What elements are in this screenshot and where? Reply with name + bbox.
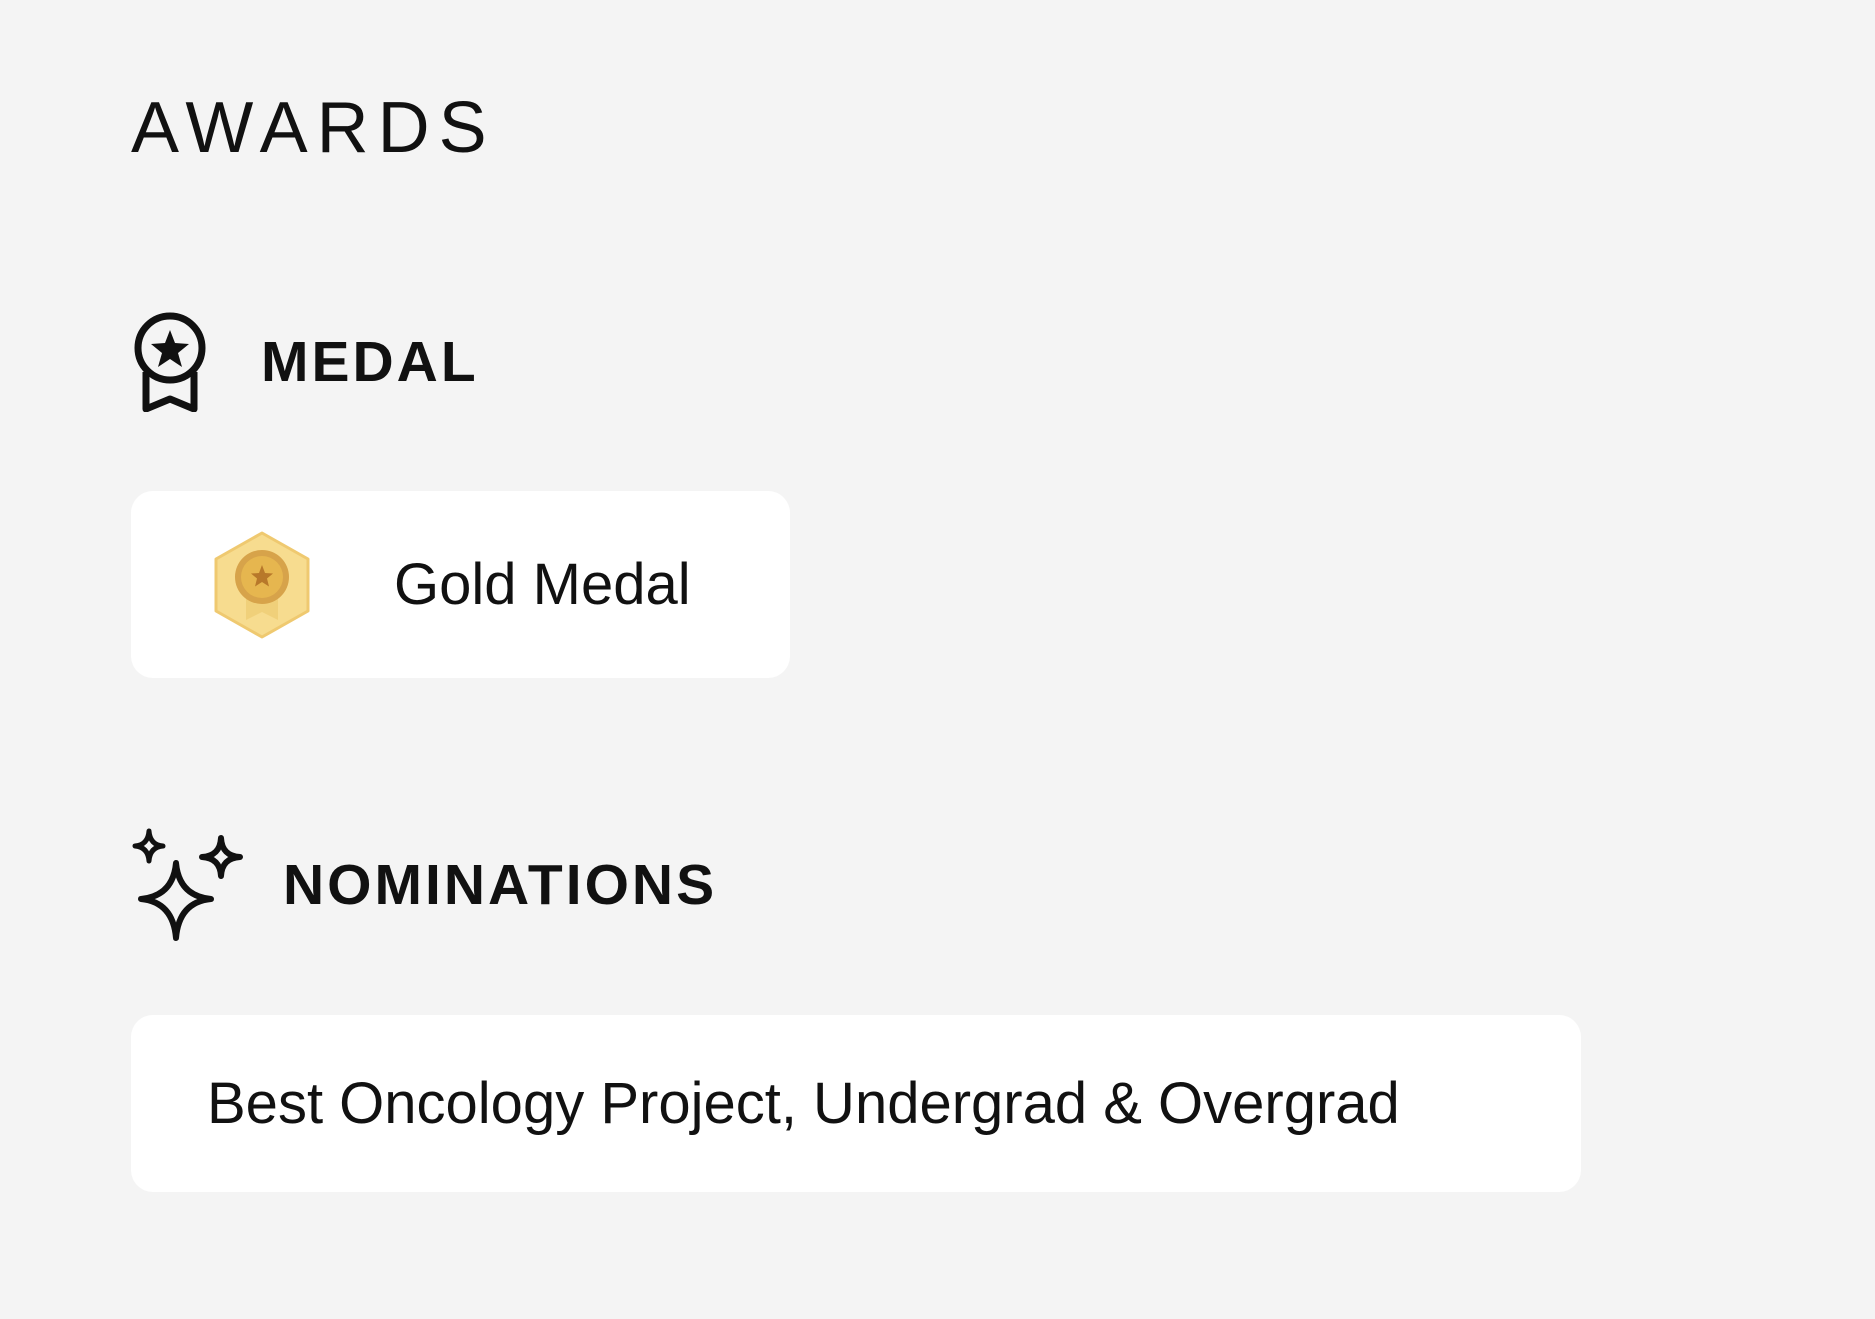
medal-section-label: MEDAL [261,329,479,394]
nomination-text: Best Oncology Project, Undergrad & Overg… [207,1070,1400,1136]
gold-medal-card[interactable]: Gold Medal [131,491,790,678]
nominations-section-label: NOMINATIONS [283,852,718,917]
nomination-card[interactable]: Best Oncology Project, Undergrad & Overg… [131,1015,1581,1192]
gold-medal-badge-icon [214,531,310,638]
medal-name: Gold Medal [394,551,691,617]
medal-section-heading: MEDAL [131,312,479,412]
nominations-section-heading: NOMINATIONS [131,828,717,942]
award-ribbon-icon [134,312,206,412]
sparkles-icon [132,828,243,941]
page-title: AWARDS [131,88,496,168]
